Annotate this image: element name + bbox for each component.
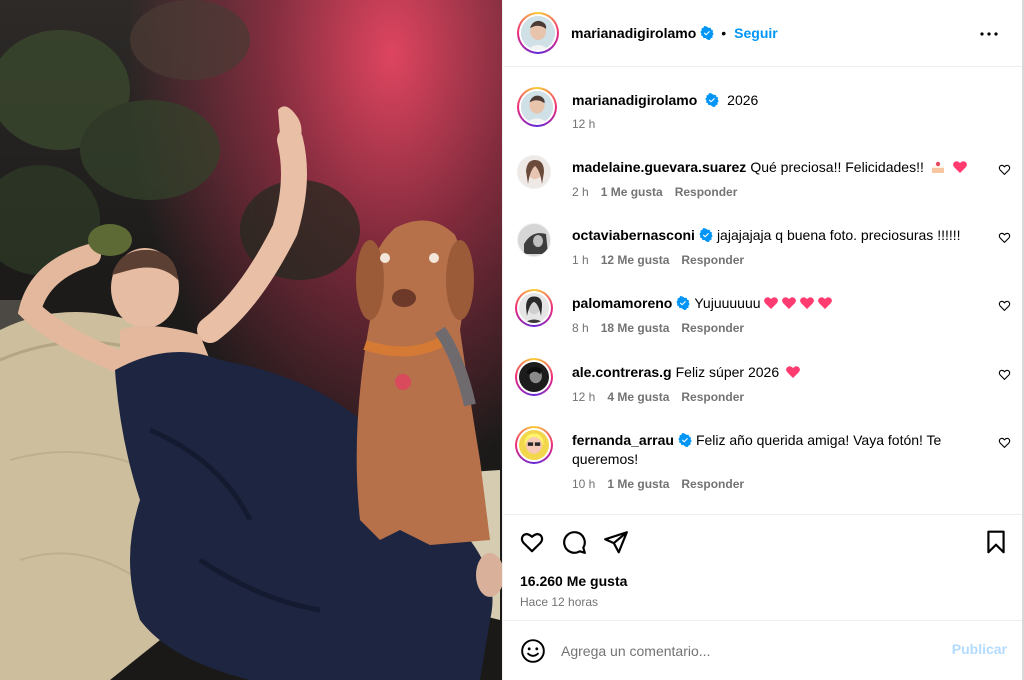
verified-badge-icon — [700, 26, 714, 40]
comment-username[interactable]: octaviabernasconi — [572, 227, 695, 243]
comment-avatar[interactable] — [515, 358, 553, 396]
comment-likes[interactable]: 4 Me gusta — [607, 390, 669, 404]
likes-count[interactable]: 16.260 Me gusta — [520, 573, 627, 589]
comment-input[interactable] — [561, 639, 931, 663]
comments-section: marianadigirolamo 2026 12 h madelaine.gu… — [503, 67, 1023, 514]
caption-time: 12 h — [572, 117, 596, 131]
verified-badge-icon — [678, 433, 692, 447]
comment-like-icon[interactable] — [998, 163, 1011, 176]
comment-time: 2 h — [572, 185, 589, 199]
post-photo-image — [0, 0, 502, 680]
caption-text: 2026 — [727, 92, 759, 108]
comment-text: Yujuuuuuu — [694, 295, 761, 311]
reply-button[interactable]: Responder — [681, 477, 744, 491]
comment-avatar[interactable] — [517, 223, 551, 257]
comment-likes[interactable]: 12 Me gusta — [601, 253, 670, 267]
reply-button[interactable]: Responder — [681, 253, 744, 267]
header-separator: • — [721, 25, 727, 41]
comment-text: jajajajaja q buena foto. preciosuras !!!… — [716, 227, 961, 243]
comment-text: Feliz súper 2026 — [675, 364, 780, 380]
verified-badge-icon — [705, 93, 719, 107]
comment-like-icon[interactable] — [998, 436, 1011, 449]
author-username[interactable]: marianadigirolamo — [571, 25, 696, 41]
heart-emoji-icon — [817, 297, 832, 309]
comment-likes[interactable]: 1 Me gusta — [601, 185, 663, 199]
post-photo — [0, 0, 502, 680]
comment-time: 12 h — [572, 390, 596, 404]
publish-button[interactable]: Publicar — [952, 641, 1007, 657]
caption-avatar[interactable] — [517, 87, 557, 127]
comment-like-icon[interactable] — [998, 299, 1011, 312]
post-header: marianadigirolamo • Seguir — [503, 0, 1023, 67]
comment-time: 1 h — [572, 253, 589, 267]
comment-text: Qué preciosa!! Felicidades!! — [750, 159, 924, 175]
bookmark-icon[interactable] — [983, 529, 1009, 555]
verified-badge-icon — [699, 228, 713, 242]
more-options-icon[interactable] — [977, 22, 1001, 46]
heart-emoji-icon — [952, 161, 967, 173]
comment-icon[interactable] — [561, 529, 587, 555]
comment-likes[interactable]: 1 Me gusta — [607, 477, 669, 491]
comment-like-icon[interactable] — [998, 231, 1011, 244]
author-avatar[interactable] — [517, 12, 559, 54]
heart-emoji-icon — [786, 366, 801, 378]
heart-emoji-icon — [799, 297, 814, 309]
verified-badge-icon — [676, 296, 691, 310]
comment-composer: Publicar — [503, 620, 1023, 680]
caption-username[interactable]: marianadigirolamo — [572, 92, 697, 108]
comment-likes[interactable]: 18 Me gusta — [601, 321, 670, 335]
comment-avatar[interactable] — [515, 289, 553, 327]
comment-username[interactable]: fernanda_arrau — [572, 432, 674, 448]
post-panel: marianadigirolamo • Seguir marianadigiro… — [502, 0, 1023, 680]
comment-avatar[interactable] — [517, 155, 551, 189]
follow-button[interactable]: Seguir — [734, 25, 778, 41]
heart-emoji-icon — [763, 297, 778, 309]
comment-username[interactable]: ale.contreras.g — [572, 364, 672, 380]
post-actions: 16.260 Me gusta Hace 12 horas — [503, 514, 1023, 620]
emoji-picker-icon[interactable] — [520, 638, 546, 664]
comment-like-icon[interactable] — [998, 368, 1011, 381]
reply-button[interactable]: Responder — [681, 321, 744, 335]
heart-emoji-icon — [781, 297, 796, 309]
comment-avatar[interactable] — [515, 426, 553, 464]
comment-username[interactable]: palomamoreno — [572, 295, 672, 311]
comment-username[interactable]: madelaine.guevara.suarez — [572, 159, 746, 175]
heart-icon[interactable] — [519, 529, 545, 555]
post-time: Hace 12 horas — [520, 595, 599, 609]
reply-button[interactable]: Responder — [681, 390, 744, 404]
share-icon[interactable] — [603, 529, 629, 555]
comment-time: 8 h — [572, 321, 589, 335]
reply-button[interactable]: Responder — [675, 185, 738, 199]
comment-time: 10 h — [572, 477, 596, 491]
birthday-cake-emoji-icon — [931, 161, 944, 173]
